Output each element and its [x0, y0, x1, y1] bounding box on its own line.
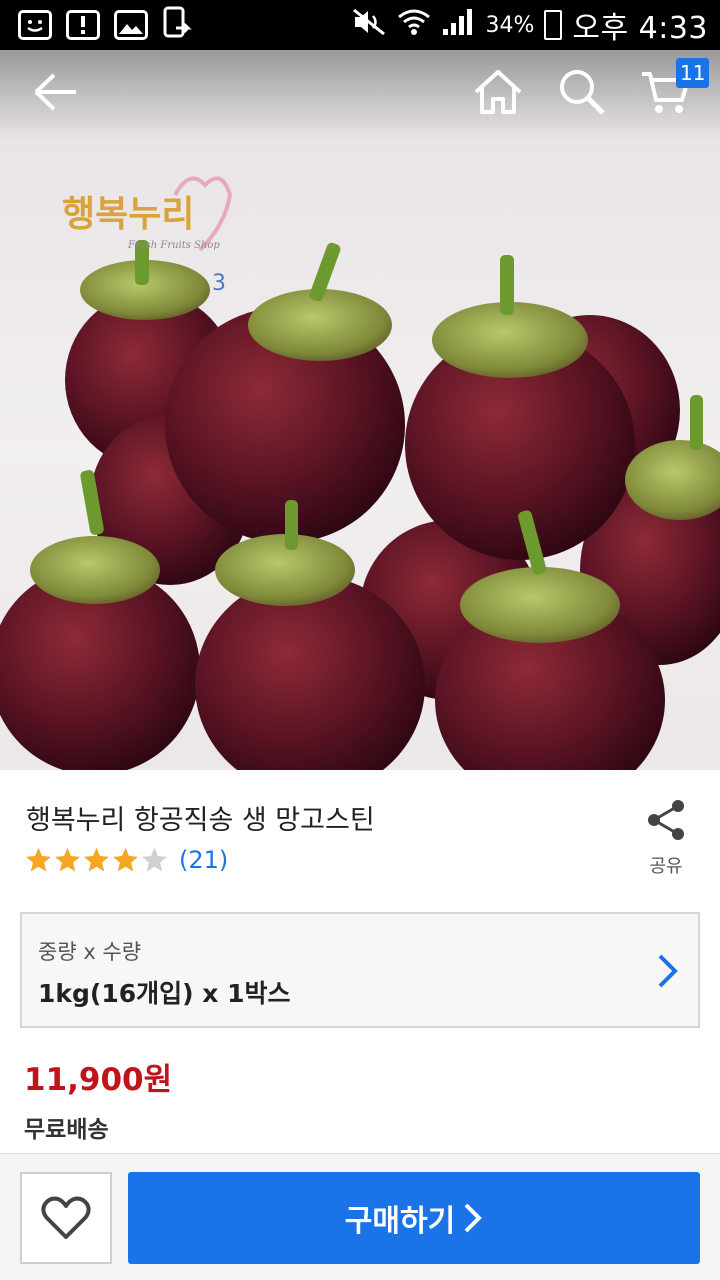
buy-button[interactable]: 구매하기	[128, 1172, 700, 1264]
product-title: 행복누리 항공직송 생 망고스틴	[26, 805, 375, 836]
star-empty-icon	[142, 847, 167, 872]
share-button[interactable]: 공유	[638, 798, 694, 878]
shipping-info: 무료배송	[24, 1117, 109, 1143]
chat-notification-icon	[18, 10, 52, 40]
chevron-right-icon	[658, 954, 678, 988]
rating-stars	[24, 846, 169, 874]
battery-percent: 34%	[485, 12, 535, 38]
screenshot-notification-icon	[162, 6, 192, 44]
image-notification-icon	[114, 10, 148, 40]
star-filled-icon	[84, 847, 109, 872]
buy-label: 구매하기	[344, 1204, 456, 1239]
home-button[interactable]	[468, 62, 528, 122]
system-icons: 34% 오후 4:33	[351, 3, 720, 47]
star-filled-icon	[26, 847, 51, 872]
cart-count-badge: 11	[676, 58, 710, 88]
status-bar: 34% 오후 4:33	[0, 0, 720, 50]
option-selector[interactable]: 중량 x 수량 1kg(16개입) x 1박스	[20, 912, 700, 1028]
option-label: 중량 x 수량	[38, 940, 142, 964]
rating[interactable]: (21)	[24, 846, 228, 874]
back-button[interactable]	[26, 62, 86, 122]
review-count[interactable]: (21)	[179, 846, 228, 874]
alert-notification-icon	[66, 10, 100, 40]
search-icon	[560, 70, 605, 115]
home-icon	[474, 70, 522, 114]
price: 11,900원	[24, 1062, 173, 1098]
star-filled-icon	[113, 847, 138, 872]
signal-icon	[441, 7, 475, 43]
wishlist-button[interactable]	[20, 1172, 112, 1264]
heart-icon	[41, 1196, 91, 1239]
wifi-icon	[397, 7, 431, 43]
bottom-action-bar: 구매하기	[0, 1153, 720, 1280]
option-value: 1kg(16개입) x 1박스	[38, 979, 291, 1008]
share-icon	[648, 800, 684, 840]
chevron-right-icon	[464, 1203, 483, 1233]
notification-icons	[0, 6, 192, 44]
logo-number: 3	[212, 271, 226, 296]
clock: 오후 4:33	[572, 11, 708, 46]
logo-text: 행복누리	[62, 194, 194, 235]
star-filled-icon	[55, 847, 80, 872]
share-label: 공유	[649, 856, 683, 877]
search-button[interactable]	[552, 62, 612, 122]
battery-icon	[544, 10, 563, 40]
arrow-left-icon	[34, 73, 76, 111]
product-image[interactable]: 행복누리 3 Fresh Fruits Shop	[0, 50, 720, 770]
mangosteen-photo: 행복누리 3 Fresh Fruits Shop	[0, 176, 720, 770]
logo-tagline: Fresh Fruits Shop	[127, 240, 220, 251]
mute-icon	[351, 7, 387, 43]
